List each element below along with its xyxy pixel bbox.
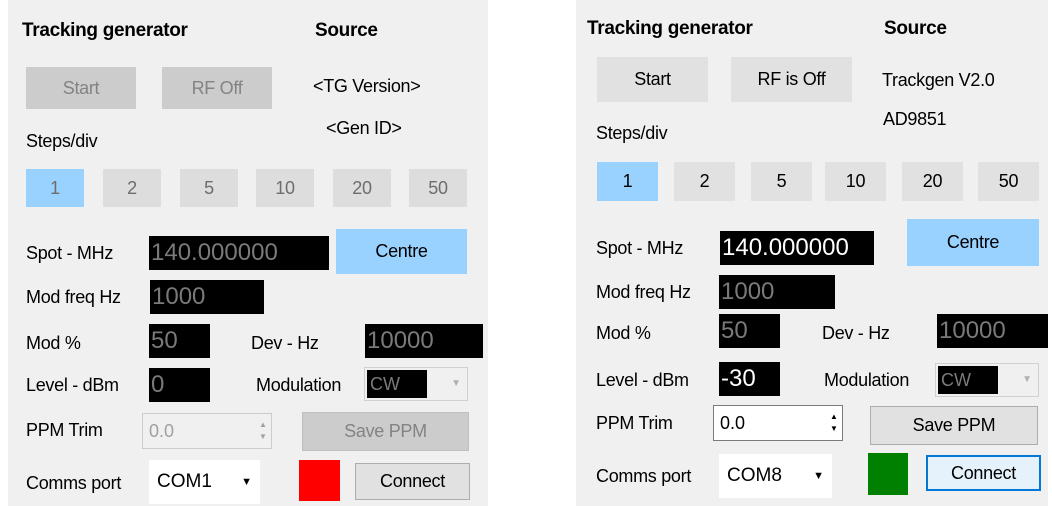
comms-port-label: Comms port: [26, 473, 122, 493]
mod-freq-field[interactable]: 1000: [150, 280, 264, 314]
step-button-50[interactable]: 50: [978, 162, 1039, 201]
step-button-2[interactable]: 2: [674, 162, 735, 201]
mod-percent-label: Mod %: [596, 323, 651, 343]
ppm-trim-value: 0.0: [720, 413, 746, 433]
step-button-50[interactable]: 50: [409, 169, 467, 207]
spot-frequency-field[interactable]: 140.000000: [149, 236, 329, 270]
spin-arrows-icon[interactable]: ▲ ▼: [256, 420, 270, 442]
step-button-1[interactable]: 1: [597, 162, 658, 201]
ppm-trim-spinner[interactable]: 0.0 ▲ ▼: [142, 413, 272, 449]
ppm-trim-spinner[interactable]: 0.0 ▲ ▼: [713, 405, 843, 441]
left-panel: Tracking generator Source Start RF Off <…: [8, 0, 488, 506]
mod-freq-field[interactable]: 1000: [719, 275, 835, 309]
chevron-down-icon: ▼: [813, 470, 824, 482]
comms-port-select[interactable]: COM8 ▼: [719, 454, 832, 498]
step-button-10[interactable]: 10: [825, 162, 886, 201]
source-heading: Source: [315, 20, 378, 41]
ppm-trim-label: PPM Trim: [596, 413, 673, 433]
save-ppm-button[interactable]: Save PPM: [302, 412, 469, 451]
ppm-trim-label: PPM Trim: [26, 420, 103, 440]
mod-freq-label: Mod freq Hz: [596, 282, 691, 302]
start-button[interactable]: Start: [597, 57, 708, 102]
modulation-select[interactable]: CW ▼: [935, 363, 1039, 397]
step-button-20[interactable]: 20: [333, 169, 391, 207]
rf-toggle-button[interactable]: RF Off: [162, 67, 272, 109]
steps-div-label: Steps/div: [596, 123, 668, 143]
connect-button[interactable]: Connect: [926, 455, 1041, 491]
modulation-value: CW: [938, 366, 998, 394]
chevron-down-icon: ▼: [451, 378, 461, 389]
modulation-value: CW: [367, 370, 427, 398]
deviation-field[interactable]: 10000: [937, 314, 1048, 348]
gen-id-text: <Gen ID>: [326, 118, 402, 138]
modulation-label: Modulation: [824, 370, 910, 390]
dev-hz-label: Dev - Hz: [822, 323, 890, 343]
chevron-down-icon: ▼: [1022, 374, 1032, 385]
connection-status-indicator: [868, 453, 908, 495]
right-panel: Tracking generator Source Start RF is Of…: [576, 0, 1048, 506]
comms-port-value: COM1: [157, 471, 212, 492]
level-dbm-field[interactable]: 0: [149, 368, 210, 402]
step-button-1[interactable]: 1: [26, 169, 84, 207]
step-button-5[interactable]: 5: [751, 162, 812, 201]
step-button-5[interactable]: 5: [180, 169, 238, 207]
centre-button[interactable]: Centre: [907, 219, 1039, 266]
tg-version-text: Trackgen V2.0: [882, 70, 995, 90]
mod-percent-label: Mod %: [26, 333, 81, 353]
start-button[interactable]: Start: [26, 67, 136, 109]
connect-button[interactable]: Connect: [355, 463, 470, 500]
ppm-trim-value: 0.0: [149, 421, 175, 441]
connection-status-indicator: [299, 460, 340, 501]
rf-toggle-button[interactable]: RF is Off: [731, 57, 852, 102]
mod-percent-field[interactable]: 50: [149, 324, 210, 358]
dev-hz-label: Dev - Hz: [251, 333, 319, 353]
spot-mhz-label: Spot - MHz: [26, 243, 114, 263]
level-dbm-label: Level - dBm: [26, 375, 119, 395]
deviation-field[interactable]: 10000: [365, 324, 483, 358]
tracking-generator-heading: Tracking generator: [22, 20, 188, 41]
step-button-10[interactable]: 10: [256, 169, 314, 207]
source-heading: Source: [884, 18, 947, 39]
level-dbm-label: Level - dBm: [596, 370, 689, 390]
modulation-select[interactable]: CW ▼: [364, 367, 468, 401]
comms-port-label: Comms port: [596, 466, 692, 486]
tracking-generator-heading: Tracking generator: [587, 18, 753, 39]
centre-button[interactable]: Centre: [336, 229, 467, 274]
chevron-down-icon: ▼: [241, 476, 252, 488]
steps-div-label: Steps/div: [26, 131, 98, 151]
spot-frequency-field[interactable]: 140.000000: [720, 231, 874, 265]
tg-version-text: <TG Version>: [313, 76, 421, 96]
save-ppm-button[interactable]: Save PPM: [870, 406, 1038, 445]
mod-freq-label: Mod freq Hz: [26, 287, 121, 307]
mod-percent-field[interactable]: 50: [719, 314, 780, 348]
gen-id-text: AD9851: [883, 109, 947, 129]
step-button-2[interactable]: 2: [103, 169, 161, 207]
step-button-20[interactable]: 20: [902, 162, 963, 201]
spin-arrows-icon[interactable]: ▲ ▼: [827, 412, 841, 434]
spot-mhz-label: Spot - MHz: [596, 238, 684, 258]
modulation-label: Modulation: [256, 375, 342, 395]
comms-port-select[interactable]: COM1 ▼: [149, 460, 260, 504]
comms-port-value: COM8: [727, 465, 782, 486]
level-dbm-field[interactable]: -30: [719, 362, 780, 396]
